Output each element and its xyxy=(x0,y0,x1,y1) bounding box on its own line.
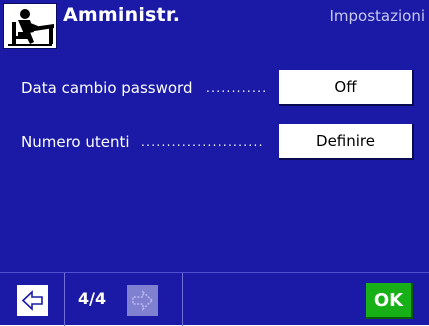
page-title: Amministr. xyxy=(63,4,181,26)
ok-button[interactable]: OK xyxy=(366,283,413,319)
admin-person-icon xyxy=(3,3,57,49)
section-title: Impostazioni xyxy=(329,7,425,25)
arrow-left-icon xyxy=(21,290,43,311)
footer-divider xyxy=(182,273,183,326)
previous-page-button[interactable] xyxy=(17,285,48,316)
setting-label-user-count: Numero utenti xyxy=(21,133,130,151)
setting-dots: ............ xyxy=(206,81,268,95)
password-change-date-button[interactable]: Off xyxy=(279,70,414,106)
page-indicator: 4/4 xyxy=(78,289,107,308)
footer-divider xyxy=(64,273,65,326)
settings-list: Data cambio password ............ Off Nu… xyxy=(0,53,429,272)
balance-screen: Amministr. Impostazioni Data cambio pass… xyxy=(0,0,429,326)
user-count-define-button[interactable]: Definire xyxy=(279,124,414,160)
arrow-right-icon xyxy=(132,290,154,311)
header: Amministr. Impostazioni xyxy=(0,0,429,53)
setting-dots: ........................ xyxy=(141,135,264,149)
footer-bar: 4/4 OK xyxy=(0,272,429,326)
next-page-button[interactable] xyxy=(127,285,158,316)
setting-label-password-change: Data cambio password xyxy=(21,79,193,97)
